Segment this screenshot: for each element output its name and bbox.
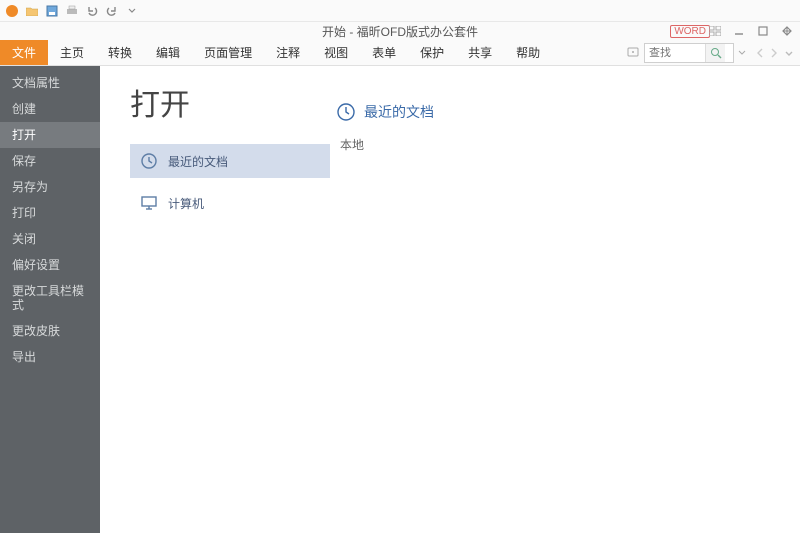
- undo-icon[interactable]: [84, 3, 100, 19]
- print-icon[interactable]: [64, 3, 80, 19]
- tab-view[interactable]: 视图: [312, 40, 360, 65]
- sidebar-item-print[interactable]: 打印: [0, 200, 100, 226]
- title-bar: 开始 - 福昕OFD版式办公套件 WORD: [0, 22, 800, 40]
- search-icon[interactable]: [705, 44, 725, 62]
- collapse-ribbon-icon[interactable]: [784, 48, 794, 58]
- sidebar-item-create[interactable]: 创建: [0, 96, 100, 122]
- sidebar-item-save-as[interactable]: 另存为: [0, 174, 100, 200]
- ribbon-right: [626, 40, 794, 65]
- search-input[interactable]: [645, 47, 705, 59]
- ribbon-tabs: 文件 主页 转换 编辑 页面管理 注释 视图 表单 保护 共享 帮助: [0, 40, 800, 66]
- sidebar-item-preferences[interactable]: 偏好设置: [0, 252, 100, 278]
- tab-help[interactable]: 帮助: [504, 40, 552, 65]
- save-icon[interactable]: [44, 3, 60, 19]
- sidebar-item-save[interactable]: 保存: [0, 148, 100, 174]
- monitor-icon: [140, 194, 158, 212]
- tab-share[interactable]: 共享: [456, 40, 504, 65]
- page-heading: 打开: [130, 80, 330, 124]
- tab-file[interactable]: 文件: [0, 40, 48, 65]
- tell-me-icon[interactable]: [626, 46, 640, 60]
- sidebar-item-open[interactable]: 打开: [0, 122, 100, 148]
- recent-documents-panel: 最近的文档 本地: [330, 66, 800, 533]
- app-logo-icon: [4, 3, 20, 19]
- minimize-button[interactable]: [732, 24, 746, 38]
- clock-icon: [140, 152, 158, 170]
- tab-home[interactable]: 主页: [48, 40, 96, 65]
- sidebar-item-close[interactable]: 关闭: [0, 226, 100, 252]
- tab-form[interactable]: 表单: [360, 40, 408, 65]
- maximize-button[interactable]: [756, 24, 770, 38]
- tab-annotate[interactable]: 注释: [264, 40, 312, 65]
- sidebar-item-doc-properties[interactable]: 文档属性: [0, 70, 100, 96]
- qat-dropdown-icon[interactable]: [124, 3, 140, 19]
- source-label: 计算机: [168, 195, 204, 212]
- tab-page-manage[interactable]: 页面管理: [192, 40, 264, 65]
- nav-next-icon[interactable]: [770, 48, 778, 58]
- sidebar-item-skin[interactable]: 更改皮肤: [0, 318, 100, 344]
- quick-access-toolbar: [0, 0, 800, 22]
- open-sources-panel: 打开 最近的文档 计算机: [100, 66, 330, 533]
- sidebar-item-export[interactable]: 导出: [0, 344, 100, 370]
- search-dropdown-icon[interactable]: [738, 49, 746, 57]
- window-controls: [708, 24, 794, 38]
- backstage-body: 文档属性 创建 打开 保存 另存为 打印 关闭 偏好设置 更改工具栏模式 更改皮…: [0, 66, 800, 533]
- tab-protect[interactable]: 保护: [408, 40, 456, 65]
- source-computer[interactable]: 计算机: [130, 186, 330, 220]
- open-icon[interactable]: [24, 3, 40, 19]
- source-recent-documents[interactable]: 最近的文档: [130, 144, 330, 178]
- nav-prev-icon[interactable]: [756, 48, 764, 58]
- window-title: 开始 - 福昕OFD版式办公套件: [322, 23, 478, 40]
- sidebar-item-toolbar-mode[interactable]: 更改工具栏模式: [0, 278, 100, 318]
- search-box[interactable]: [644, 43, 734, 63]
- recent-documents-title: 最近的文档: [364, 102, 434, 122]
- backstage-sidebar: 文档属性 创建 打开 保存 另存为 打印 关闭 偏好设置 更改工具栏模式 更改皮…: [0, 66, 100, 533]
- tab-convert[interactable]: 转换: [96, 40, 144, 65]
- thumb-view-icon[interactable]: [708, 24, 722, 38]
- close-button[interactable]: [780, 24, 794, 38]
- recent-documents-header: 最近的文档: [336, 102, 800, 122]
- clock-icon: [336, 102, 356, 122]
- recent-documents-subhead: 本地: [340, 136, 800, 153]
- nav-arrows: [756, 48, 794, 58]
- redo-icon[interactable]: [104, 3, 120, 19]
- format-badge: WORD: [670, 25, 710, 38]
- backstage-main: 打开 最近的文档 计算机 最近的文档 本地: [100, 66, 800, 533]
- tab-edit[interactable]: 编辑: [144, 40, 192, 65]
- source-label: 最近的文档: [168, 153, 228, 170]
